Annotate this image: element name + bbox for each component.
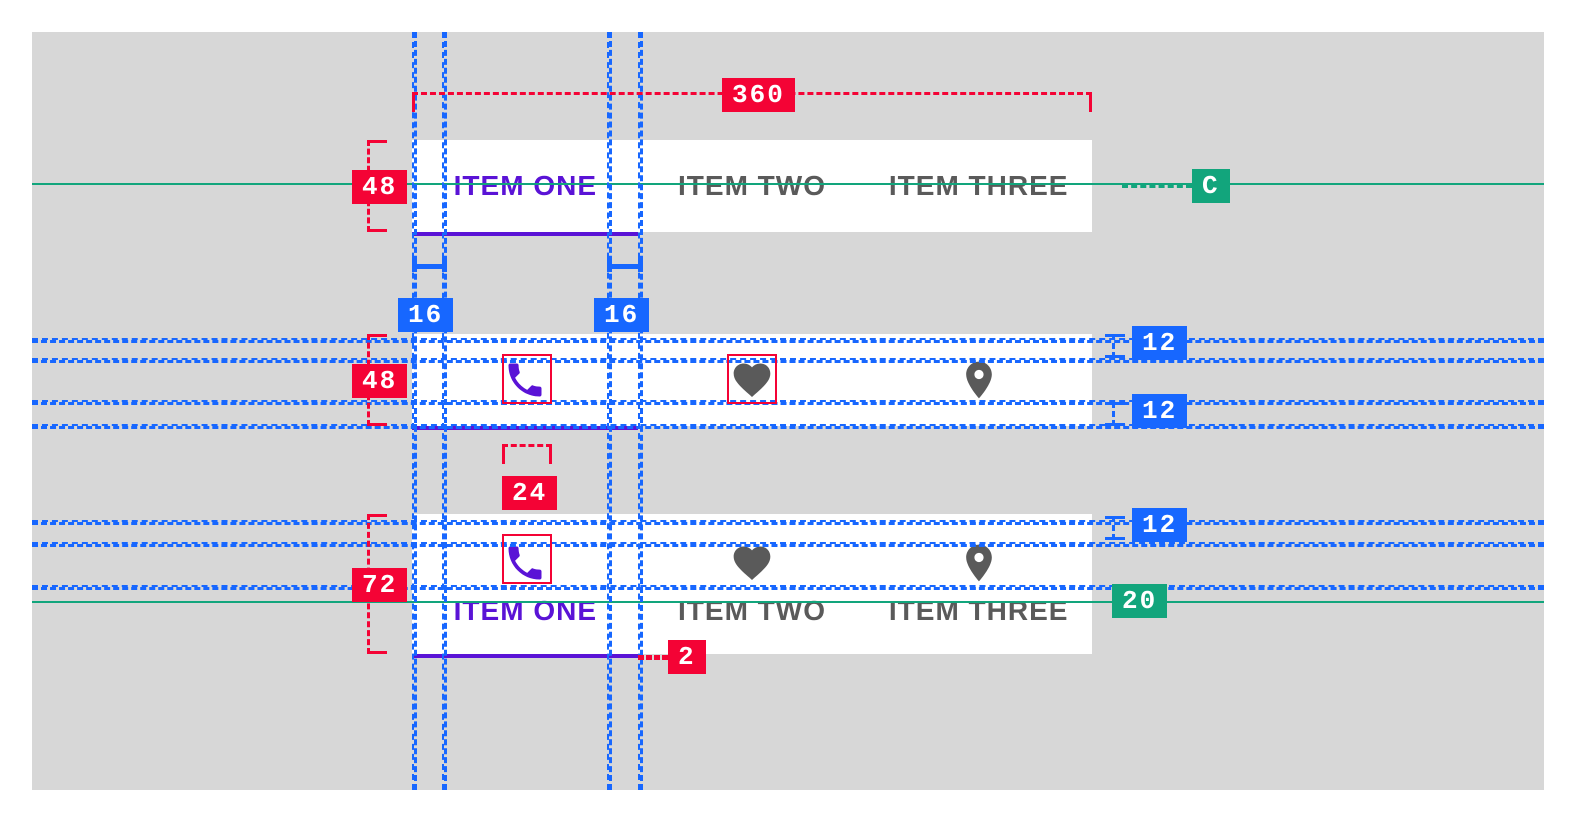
guide-v-tab-left: [412, 32, 417, 790]
guide-row2-icon-bottom: [32, 400, 1544, 405]
tab-item-two[interactable]: ITEM TWO: [639, 140, 866, 232]
icon-bounds-phone: [502, 354, 552, 404]
tab-label: ITEM THREE: [889, 595, 1069, 627]
measure-row3-top-pad: 12: [1132, 508, 1187, 542]
tab-bar-text-only: ITEM ONE ITEM TWO ITEM THREE: [412, 140, 1092, 232]
icon-bounds-heart: [727, 354, 777, 404]
measure-row2-bot-pad: 12: [1132, 394, 1187, 428]
spec-canvas: ITEM ONE ITEM TWO ITEM THREE: [32, 32, 1544, 790]
measure-pad-right: 16: [594, 298, 649, 332]
pad-tick-l1: [412, 256, 417, 272]
measure-height-row2: 48: [352, 364, 407, 398]
guide-v-tab1-right: [638, 32, 643, 790]
tab-label: ITEM THREE: [889, 170, 1069, 202]
tab-item-three[interactable]: ITEM THREE: [865, 140, 1092, 232]
tab-label: ITEM TWO: [678, 595, 826, 627]
tab-label: ITEM TWO: [678, 170, 826, 202]
pad-tick-r2: [638, 256, 643, 272]
guide-v-pad-right: [607, 32, 612, 790]
icon-bounds-phone-combo: [502, 534, 552, 584]
centerline-row1: [32, 183, 1544, 185]
tab-label: ITEM ONE: [454, 595, 597, 627]
location-pin-icon: [957, 358, 1001, 402]
pad-tick-row2-top: [1112, 334, 1115, 358]
guide-v-pad-left: [442, 32, 447, 790]
guide-row3-icon-bottom: [32, 585, 1544, 590]
measure-icon-size: 24: [502, 476, 557, 510]
measure-width: 360: [722, 78, 795, 112]
tab-item-three-combo[interactable]: ITEM THREE: [865, 514, 1092, 654]
heart-icon: [730, 541, 774, 585]
guide-row2-top: [32, 338, 1544, 343]
measure-pad-left: 16: [398, 298, 453, 332]
measure-row3-text-pad: 20: [1112, 584, 1167, 618]
measure-height-row3: 72: [352, 568, 407, 602]
measure-row2-top-pad: 12: [1132, 326, 1187, 360]
pad-tick-row2-bot: [1112, 402, 1115, 426]
pad-tick-row3-top: [1112, 516, 1115, 540]
tab-item-two-combo[interactable]: ITEM TWO: [639, 514, 866, 654]
guide-row3-icon-top: [32, 542, 1544, 547]
indicator-thickness-line: [638, 655, 668, 660]
centerline-dash: [1122, 183, 1192, 188]
measure-indicator: 2: [668, 640, 706, 674]
pad-tick-l2: [442, 256, 447, 272]
guide-row2-icon-top: [32, 358, 1544, 363]
guide-row2-bottom: [32, 424, 1544, 429]
pad-tick-r1: [607, 256, 612, 272]
tab-location[interactable]: [865, 334, 1092, 426]
location-pin-icon: [957, 541, 1001, 585]
centerline-row3-text: [32, 601, 1544, 603]
measure-height-row1: 48: [352, 170, 407, 204]
tab-label: ITEM ONE: [454, 170, 597, 202]
guide-row3-top: [32, 520, 1544, 525]
centerline-label: C: [1192, 169, 1230, 203]
icon-size-bracket: [502, 444, 552, 456]
